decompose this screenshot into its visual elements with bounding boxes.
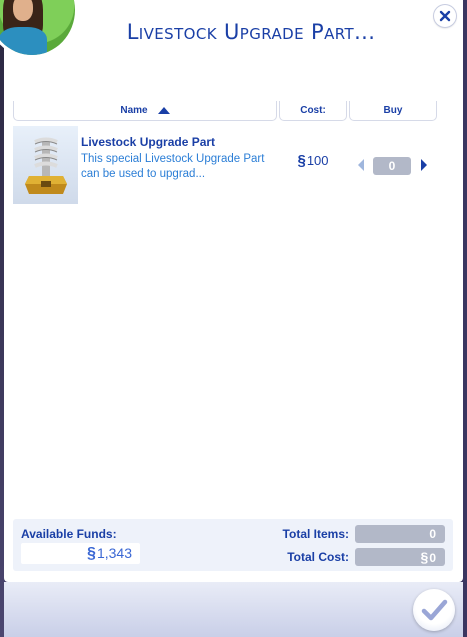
column-header-buy-label: Buy (383, 105, 403, 116)
close-button[interactable] (434, 5, 456, 27)
available-funds-label: Available Funds: (21, 527, 117, 541)
increase-quantity-arrow-right-icon[interactable] (421, 159, 427, 171)
sim-avatar (0, 0, 78, 58)
item-price: §100 (281, 152, 345, 169)
total-cost-label: Total Cost: (287, 550, 349, 564)
total-items-value: 0 (355, 525, 445, 543)
item-thumbnail (13, 126, 78, 204)
column-header-cost-label: Cost: (300, 105, 326, 116)
available-funds-amount: 1,343 (96, 545, 132, 561)
total-cost-value: §0 (355, 548, 445, 566)
item-description: This special Livestock Upgrade Part can … (81, 153, 265, 180)
close-icon (439, 10, 451, 22)
purchase-dialog (0, 0, 463, 582)
column-header-name-label: Name (120, 105, 148, 116)
checkmark-icon (421, 599, 448, 621)
total-cost-amount: 0 (429, 551, 436, 565)
dialog-title: Livestock Upgrade Part... (126, 20, 376, 44)
simoleon-icon: § (420, 549, 429, 565)
column-header-name[interactable]: Name (13, 101, 277, 121)
upgrade-part-icon (25, 137, 67, 194)
item-name: Livestock Upgrade Part (81, 135, 216, 149)
item-price-value: 100 (306, 153, 329, 168)
column-header-buy[interactable]: Buy (349, 101, 437, 121)
confirm-button[interactable] (413, 589, 455, 631)
total-items-label: Total Items: (282, 527, 349, 541)
simoleon-icon: § (87, 545, 96, 562)
quantity-field[interactable]: 0 (373, 157, 411, 175)
decrease-quantity-arrow-left-icon[interactable] (358, 159, 364, 171)
dialog-footer (4, 582, 463, 637)
sort-ascending-icon (157, 107, 170, 114)
column-header-cost[interactable]: Cost: (279, 101, 347, 121)
summary-bar: Available Funds: §1,343 Total Items: 0 T… (13, 519, 453, 571)
available-funds-value: §1,343 (21, 543, 140, 564)
simoleon-icon: § (297, 152, 306, 169)
